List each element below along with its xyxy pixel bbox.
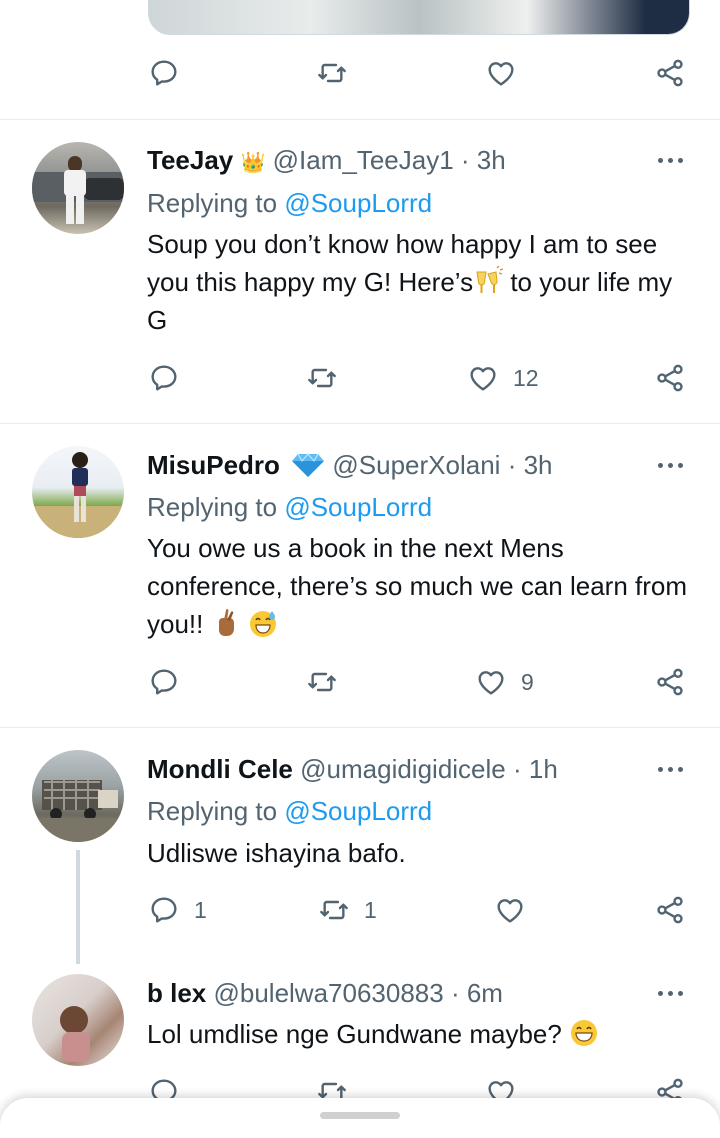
tweet-actions: 1 1 bbox=[0, 894, 720, 934]
reply-count: 1 bbox=[194, 896, 207, 923]
retweet-icon bbox=[306, 666, 338, 698]
more-options-button[interactable] bbox=[652, 759, 688, 779]
share-icon bbox=[654, 894, 686, 926]
retweet-icon bbox=[316, 57, 348, 89]
clinking-glasses-icon bbox=[476, 266, 504, 293]
like-button[interactable] bbox=[494, 894, 526, 926]
crown-icon: 👑 bbox=[240, 152, 266, 174]
replying-to-label: Replying to bbox=[147, 796, 278, 826]
replying-to-handle[interactable]: @SoupLorrd bbox=[284, 796, 432, 826]
tweet-text: You owe us a book in the next Mens confe… bbox=[147, 529, 687, 643]
retweet-count: 1 bbox=[364, 896, 377, 923]
retweet-button[interactable] bbox=[306, 362, 338, 394]
reply-icon bbox=[148, 894, 180, 926]
reply-button[interactable] bbox=[148, 362, 180, 394]
retweet-icon bbox=[306, 362, 338, 394]
tweet-text: Soup you don’t know how happy I am to se… bbox=[147, 225, 687, 339]
author-handle[interactable]: @SuperXolani bbox=[332, 450, 500, 480]
bottom-sheet[interactable] bbox=[0, 1098, 720, 1138]
like-icon bbox=[485, 57, 517, 89]
like-count: 9 bbox=[521, 668, 534, 695]
share-button[interactable] bbox=[654, 57, 686, 89]
dot-icon bbox=[657, 157, 663, 163]
dot-icon bbox=[667, 766, 673, 772]
reply-icon bbox=[148, 362, 180, 394]
replying-to: Replying to @SoupLorrd bbox=[147, 187, 432, 219]
author-name[interactable]: TeeJay bbox=[147, 145, 233, 175]
tweet-actions bbox=[0, 57, 720, 97]
crossed-fingers-icon bbox=[218, 609, 234, 636]
tweet-actions: 12 bbox=[0, 362, 720, 402]
share-icon bbox=[654, 57, 686, 89]
author-name[interactable]: b lex bbox=[147, 978, 206, 1008]
more-options-button[interactable] bbox=[652, 983, 688, 1003]
retweet-button[interactable] bbox=[316, 57, 348, 89]
drag-handle[interactable] bbox=[320, 1112, 400, 1119]
more-options-button[interactable] bbox=[652, 455, 688, 475]
avatar[interactable] bbox=[32, 974, 124, 1066]
dot-icon bbox=[677, 766, 683, 772]
replying-to-label: Replying to bbox=[147, 492, 278, 522]
dot-icon bbox=[667, 157, 673, 163]
avatar[interactable] bbox=[32, 750, 124, 842]
share-icon bbox=[654, 666, 686, 698]
replying-to-handle[interactable]: @SoupLorrd bbox=[284, 188, 432, 218]
author-handle[interactable]: @umagidigidicele bbox=[300, 754, 506, 784]
timestamp[interactable]: · 3h bbox=[461, 145, 506, 175]
share-icon bbox=[654, 362, 686, 394]
replying-to: Replying to @SoupLorrd bbox=[147, 795, 432, 827]
divider bbox=[0, 119, 720, 120]
reply-icon bbox=[148, 666, 180, 698]
tweet-text: Udliswe ishayina bafo. bbox=[147, 834, 687, 872]
tweet-actions: 9 bbox=[0, 666, 720, 706]
avatar[interactable] bbox=[32, 142, 124, 234]
author-handle[interactable]: @bulelwa70630883 bbox=[213, 978, 443, 1008]
dot-icon bbox=[657, 990, 663, 996]
reply-icon bbox=[148, 57, 180, 89]
like-button[interactable] bbox=[485, 57, 517, 89]
dot-icon bbox=[657, 462, 663, 468]
retweet-button[interactable] bbox=[306, 666, 338, 698]
dot-icon bbox=[677, 157, 683, 163]
dot-icon bbox=[657, 766, 663, 772]
like-icon bbox=[467, 362, 499, 394]
replying-to-label: Replying to bbox=[147, 188, 278, 218]
tweet-text-part: Udliswe ishayina bafo. bbox=[147, 838, 406, 868]
reply-button[interactable]: 1 bbox=[148, 894, 207, 926]
dot-icon bbox=[667, 462, 673, 468]
author-name[interactable]: MisuPedro bbox=[147, 450, 280, 480]
dot-icon bbox=[677, 990, 683, 996]
avatar[interactable] bbox=[32, 446, 124, 538]
like-button[interactable]: 12 bbox=[467, 362, 539, 394]
divider bbox=[0, 727, 720, 728]
retweet-button[interactable]: 1 bbox=[318, 894, 377, 926]
retweet-icon bbox=[318, 894, 350, 926]
tweet-text: Lol umdlise nge Gundwane maybe? bbox=[147, 1015, 687, 1053]
timestamp[interactable]: · 6m bbox=[451, 978, 503, 1008]
author-handle[interactable]: @Iam_TeeJay1 bbox=[273, 145, 454, 175]
more-options-button[interactable] bbox=[652, 150, 688, 170]
share-button[interactable] bbox=[654, 362, 686, 394]
share-button[interactable] bbox=[654, 666, 686, 698]
divider bbox=[0, 423, 720, 424]
timestamp[interactable]: · 1h bbox=[513, 754, 558, 784]
like-button[interactable]: 9 bbox=[475, 666, 534, 698]
grinning-face-icon bbox=[571, 1020, 598, 1046]
like-icon bbox=[475, 666, 507, 698]
author-name[interactable]: Mondli Cele bbox=[147, 754, 293, 784]
reply-button[interactable] bbox=[148, 57, 180, 89]
dot-icon bbox=[667, 990, 673, 996]
gem-icon bbox=[292, 453, 325, 477]
reply-button[interactable] bbox=[148, 666, 180, 698]
timestamp[interactable]: · 3h bbox=[508, 450, 553, 480]
replying-to-handle[interactable]: @SoupLorrd bbox=[284, 492, 432, 522]
replying-to: Replying to @SoupLorrd bbox=[147, 491, 432, 523]
media-image-preview[interactable] bbox=[148, 0, 690, 35]
grinning-sweat-icon bbox=[249, 611, 276, 637]
tweet-text-part: Lol umdlise nge Gundwane maybe? bbox=[147, 1019, 562, 1049]
like-icon bbox=[494, 894, 526, 926]
like-count: 12 bbox=[513, 364, 539, 391]
share-button[interactable] bbox=[654, 894, 686, 926]
dot-icon bbox=[677, 462, 683, 468]
